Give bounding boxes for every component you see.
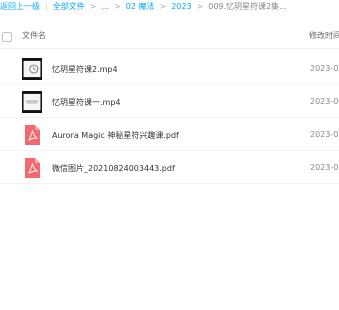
chevron-right-icon: > [89,2,97,11]
file-list-header: 文件名 修改时间 [0,25,339,49]
pdf-file-icon [22,124,42,146]
breadcrumb-current-folder: 009.忆玥星符课2集... [208,2,287,11]
chevron-right-icon: > [196,2,204,11]
file-row[interactable]: 忆玥星符课一.mp4 2023-0 [0,87,339,118]
column-header-name[interactable]: 文件名 [22,30,46,41]
file-modified-date: 2023-0 [310,163,339,172]
file-name[interactable]: 忆玥星符课2.mp4 [52,64,118,75]
breadcrumb-ellipsis[interactable]: ... [101,2,109,11]
breadcrumb-folder-2023[interactable]: 2023 [171,2,191,11]
file-row[interactable]: Aurora Magic 神秘星符兴趣课.pdf 2023-0 [0,120,339,151]
pdf-file-icon [22,157,42,179]
column-header-modified[interactable]: 修改时间 [309,30,339,41]
file-modified-date: 2023-0 [310,97,339,106]
breadcrumb: 返回上一级 | 全部文件 >... >02 魔法 >2023 >009.忆玥星符课2集... [0,0,339,14]
file-name[interactable]: 微信图片_20210824003443.pdf [52,163,175,174]
chevron-right-icon: > [114,2,121,11]
video-thumbnail-icon [22,58,42,80]
file-name[interactable]: Aurora Magic 神秘星符兴趣课.pdf [52,130,179,141]
back-link[interactable]: 返回上一级 [0,2,40,11]
breadcrumb-divider: | [45,2,48,11]
chevron-right-icon: > [159,2,167,11]
all-files-link[interactable]: 全部文件 [53,2,85,11]
file-row[interactable]: 微信图片_20210824003443.pdf 2023-0 [0,153,339,184]
file-modified-date: 2023-0 [310,130,339,139]
file-row[interactable]: 忆玥星符课2.mp4 2023-0 [0,54,339,85]
file-name[interactable]: 忆玥星符课一.mp4 [52,97,121,108]
file-modified-date: 2023-0 [310,64,339,73]
select-all-checkbox[interactable] [2,32,12,42]
breadcrumb-folder-magic[interactable]: 02 魔法 [126,2,155,11]
video-thumbnail-icon [22,91,42,113]
